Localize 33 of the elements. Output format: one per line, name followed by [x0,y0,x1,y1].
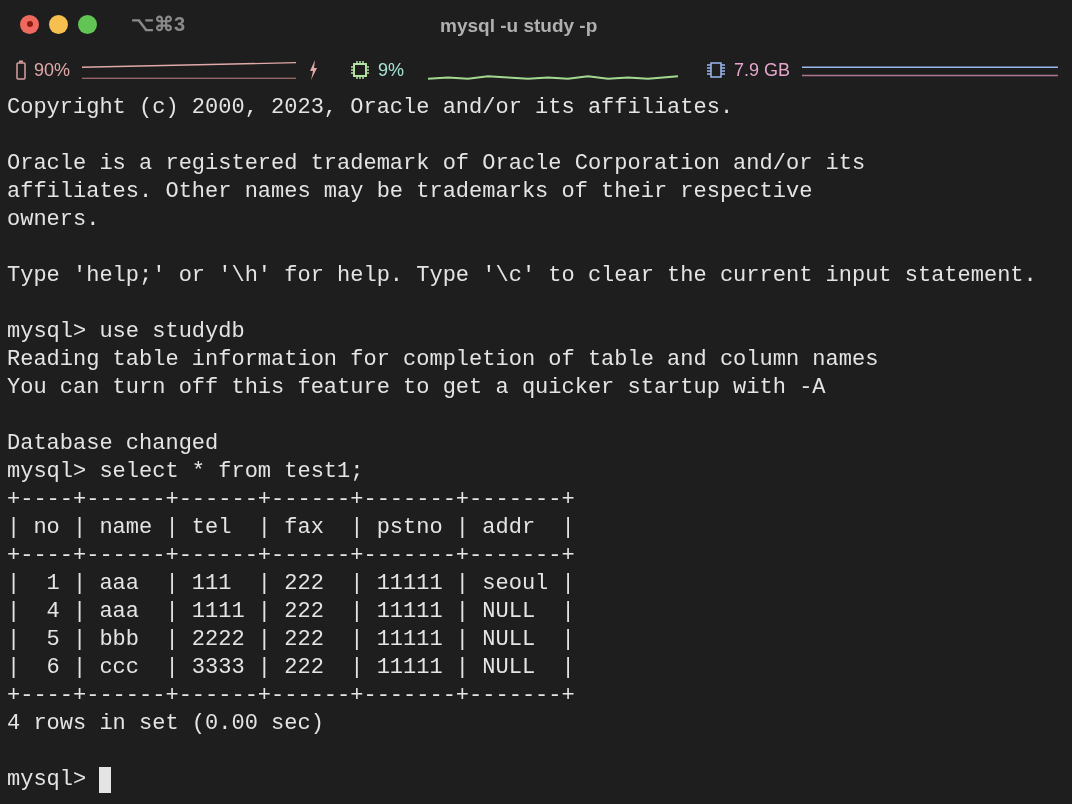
terminal-line: Reading table information for completion of table and column names [7,346,879,374]
window-title: mysql -u study -p [440,14,598,38]
chip-icon [350,60,371,80]
tab-shortcut: ⌥⌘3 [131,12,186,37]
terminal-line: mysql> use studydb [7,318,245,346]
maximize-button[interactable] [78,14,97,34]
memory-icon [706,62,727,78]
terminal-line: owners. [7,206,100,234]
terminal-line: You can turn off this feature to get a quicker startup with -A [7,374,826,402]
text-cursor [99,767,112,793]
battery-reading: 90% [34,58,71,82]
terminal-line: | 1 | aaa | 111 | 222 | 11111 | seoul | [7,570,575,598]
terminal-line: Database changed [7,430,219,458]
terminal-line: Copyright (c) 2000, 2023, Oracle and/or its affiliates. [7,94,734,122]
terminal-line: +----+------+------+------+-------+-------+ [7,682,575,710]
terminal-line: | 5 | bbb | 2222 | 222 | 11111 | NULL | [7,626,575,654]
cpu-reading: 9% [378,58,405,82]
terminal-line: +----+------+------+------+-------+-------+ [7,486,575,514]
terminal-line: Type 'help;' or '\h' for help. Type '\c' to clear the current input statement. [7,262,1037,290]
terminal-line: +----+------+------+------+-------+-------+ [7,542,575,570]
terminal-line: Oracle is a registered trademark of Oracle Corporation and/or its [7,150,866,178]
battery-icon [16,60,26,80]
bolt-icon [308,60,319,80]
close-button[interactable] [20,14,39,34]
terminal-prompt: mysql> [7,766,87,794]
terminal-line: affiliates. Other names may be trademarks of their respective [7,178,813,206]
terminal-line: 4 rows in set (0.00 sec) [7,710,324,738]
terminal-line: | no | name | tel | fax | pstno | addr | [7,514,575,542]
minimize-button[interactable] [49,14,68,34]
terminal-line: | 6 | ccc | 3333 | 222 | 11111 | NULL | [7,654,575,682]
memory-reading: 7.9 GB [734,58,791,82]
terminal-line: mysql> select * from test1; [7,458,364,486]
terminal-line: | 4 | aaa | 1111 | 222 | 11111 | NULL | [7,598,575,626]
